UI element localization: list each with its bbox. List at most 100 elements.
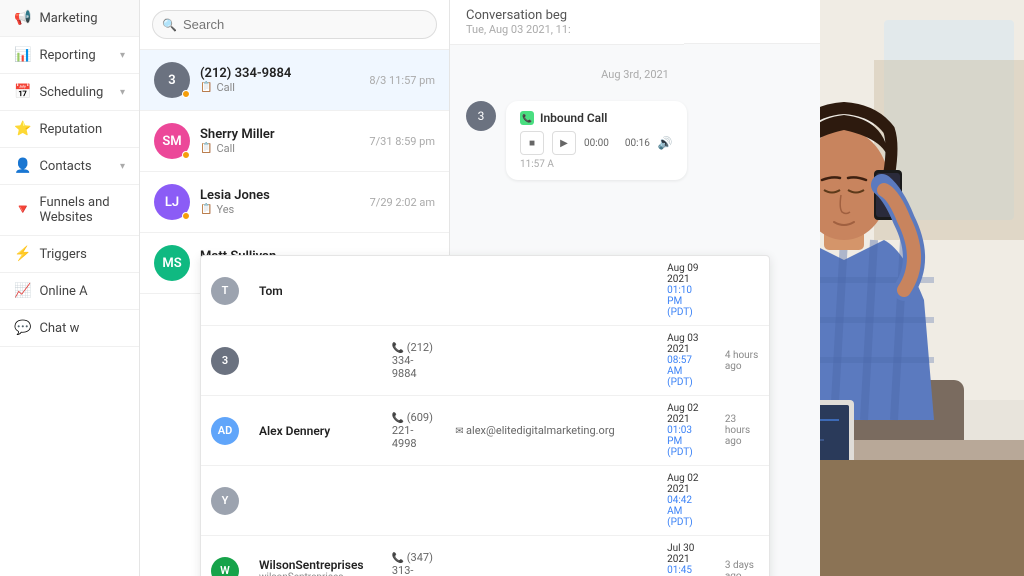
marketing-icon: 📢 <box>14 10 31 26</box>
contact-ago: 4 hours ago <box>725 350 759 372</box>
sidebar-item-label: Chat w <box>39 321 125 336</box>
table-row[interactable]: T Tom Aug 09 2021 01:10 PM (PDT) <box>201 256 769 326</box>
reputation-icon: ⭐ <box>14 121 31 137</box>
online-indicator <box>182 212 190 220</box>
call-icon: 📋 <box>200 82 212 93</box>
table-row[interactable]: 3 (212) 334-9884 Aug 03 2021 08:57 AM (P… <box>201 326 769 396</box>
contact-avatar-cell: 3 <box>201 326 249 396</box>
contact-name: Tom <box>259 284 372 298</box>
contact-name-cell <box>249 466 382 536</box>
sidebar-item-funnels[interactable]: 🔻 Funnels and Websites <box>0 185 139 236</box>
contact-avatar-cell: W <box>201 536 249 576</box>
conversation-name: Sherry Miller <box>200 127 369 142</box>
contacts-icon: 👤 <box>14 158 31 174</box>
online-indicator <box>182 151 190 159</box>
sidebar-item-label: Triggers <box>39 247 125 262</box>
conversation-item[interactable]: LJ Lesia Jones 📋 Yes 7/29 2:02 am <box>140 172 449 233</box>
avatar: MS <box>154 245 190 281</box>
contact-date-sub: 01:03 PM (PDT) <box>667 425 705 458</box>
conversation-beginning-header: Conversation beg Tue, Aug 03 2021, 11: <box>450 0 684 45</box>
contact-phone: (347) 313-4080 <box>392 551 433 576</box>
call-badge-icon: 📞 <box>520 111 534 125</box>
contacts-table-panel: T Tom Aug 09 2021 01:10 PM (PDT) 3 (212)… <box>200 255 770 576</box>
contact-date-cell: Aug 02 2021 04:42 AM (PDT) <box>657 466 715 536</box>
table-row[interactable]: Y Aug 02 2021 04:42 AM (PDT) <box>201 466 769 536</box>
sidebar-item-reporting[interactable]: 📊 Reporting ▾ <box>0 37 139 74</box>
conversation-info: (212) 334-9884 📋 Call <box>200 66 369 94</box>
contact-date: Aug 09 2021 <box>667 263 705 285</box>
sidebar-item-reputation[interactable]: ⭐ Reputation <box>0 111 139 148</box>
contact-date-cell: Aug 03 2021 08:57 AM (PDT) <box>657 326 715 396</box>
conversation-info: Lesia Jones 📋 Yes <box>200 188 370 216</box>
sidebar-item-contacts[interactable]: 👤 Contacts ▾ <box>0 148 139 185</box>
contact-avatar-cell: AD <box>201 396 249 466</box>
contact-date-sub: 01:10 PM (PDT) <box>667 285 705 318</box>
audio-current-time: 00:00 <box>584 138 609 149</box>
contact-avatar-cell: Y <box>201 466 249 536</box>
sidebar-item-online[interactable]: 📈 Online A <box>0 273 139 310</box>
sidebar-item-label: Funnels and Websites <box>39 195 125 225</box>
volume-icon[interactable]: 🔊 <box>658 136 673 150</box>
sidebar-item-label: Marketing <box>39 11 125 26</box>
sidebar-item-triggers[interactable]: ⚡ Triggers <box>0 236 139 273</box>
chevron-icon: ▾ <box>120 87 125 98</box>
chat-icon: 💬 <box>14 320 31 336</box>
stop-button[interactable]: ■ <box>520 131 544 155</box>
contact-avatar: Y <box>211 487 239 515</box>
contact-date: Jul 30 2021 <box>667 543 705 565</box>
contact-phone-cell <box>382 466 445 536</box>
message-content: 📞 Inbound Call ■ ▶ 00:00 00:16 🔊 11:57 A <box>506 101 687 180</box>
contacts-table: T Tom Aug 09 2021 01:10 PM (PDT) 3 (212)… <box>201 256 769 576</box>
online-indicator <box>182 90 190 98</box>
contact-name-cell: WilsonSentreprises wilsonSentreprises <box>249 536 382 576</box>
contact-avatar: W <box>211 557 239 576</box>
contact-ago-cell <box>715 466 769 536</box>
contact-phone-cell: (212) 334-9884 <box>382 326 445 396</box>
search-input[interactable] <box>152 10 437 39</box>
contact-date-cell: Jul 30 2021 01:45 PM (PDT) <box>657 536 715 576</box>
contacts-table-body: T Tom Aug 09 2021 01:10 PM (PDT) 3 (212)… <box>201 256 769 576</box>
table-row[interactable]: AD Alex Dennery (609) 221-4998 alex@elit… <box>201 396 769 466</box>
audio-player: ■ ▶ 00:00 00:16 🔊 <box>520 131 673 155</box>
contact-email-cell <box>445 256 657 326</box>
chevron-icon: ▾ <box>120 161 125 172</box>
contact-date-cell: Aug 02 2021 01:03 PM (PDT) <box>657 396 715 466</box>
conv-beginning-date: Tue, Aug 03 2021, 11: <box>466 23 668 36</box>
contact-date-sub: 08:57 AM (PDT) <box>667 355 705 388</box>
conversation-subtitle: 📋 Call <box>200 142 369 155</box>
conversation-item[interactable]: SM Sherry Miller 📋 Call 7/31 8:59 pm <box>140 111 449 172</box>
message-type-label: 📞 Inbound Call <box>520 111 673 125</box>
sidebar-item-marketing[interactable]: 📢 Marketing <box>0 0 139 37</box>
contact-avatar: T <box>211 277 239 305</box>
contact-email-cell <box>445 466 657 536</box>
sidebar-item-chat[interactable]: 💬 Chat w <box>0 310 139 347</box>
avatar: SM <box>154 123 190 159</box>
contact-date-cell: Aug 09 2021 01:10 PM (PDT) <box>657 256 715 326</box>
play-button[interactable]: ▶ <box>552 131 576 155</box>
contact-name: WilsonSentreprises <box>259 558 372 572</box>
conversation-messages: Aug 3rd, 2021 3 📞 Inbound Call ■ ▶ 00:00… <box>450 44 820 196</box>
call-icon: 📋 <box>200 204 212 215</box>
contact-avatar-cell: T <box>201 256 249 326</box>
message-avatar: 3 <box>466 101 496 131</box>
sidebar-item-label: Contacts <box>39 159 120 174</box>
triggers-icon: ⚡ <box>14 246 31 262</box>
table-row[interactable]: W WilsonSentreprises wilsonSentreprises … <box>201 536 769 576</box>
contact-ago-cell: 3 days ago <box>715 536 769 576</box>
contact-date: Aug 02 2021 <box>667 403 705 425</box>
message-timestamp: 11:57 A <box>520 159 673 170</box>
conversation-time: 8/3 11:57 pm <box>369 74 435 87</box>
online-icon: 📈 <box>14 283 31 299</box>
contact-email-cell <box>445 326 657 396</box>
scheduling-icon: 📅 <box>14 84 31 100</box>
day-separator: Aug 3rd, 2021 <box>466 68 804 81</box>
contact-ago-cell <box>715 256 769 326</box>
reporting-icon: 📊 <box>14 47 31 63</box>
call-icon: 📋 <box>200 143 212 154</box>
sidebar-item-scheduling[interactable]: 📅 Scheduling ▾ <box>0 74 139 111</box>
conv-beginning-title: Conversation beg <box>466 8 668 23</box>
conversation-item[interactable]: 3 (212) 334-9884 📋 Call 8/3 11:57 pm <box>140 50 449 111</box>
contact-email-cell <box>445 536 657 576</box>
contact-phone: (609) 221-4998 <box>392 411 433 450</box>
search-wrapper: 🔍 <box>152 10 437 39</box>
